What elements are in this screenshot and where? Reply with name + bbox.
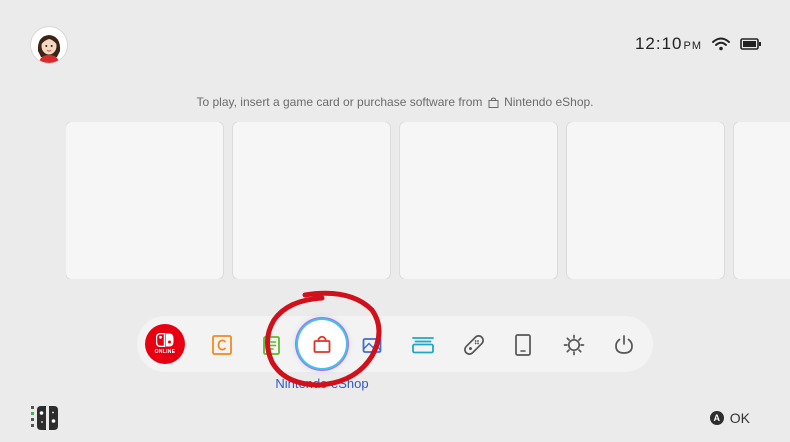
dock-power-button[interactable] — [609, 330, 639, 360]
dock-album-button[interactable] — [256, 330, 286, 360]
dock-nintendo-switch-online-button[interactable]: ONLINE — [145, 324, 185, 364]
a-button-icon: A — [709, 411, 724, 425]
user-avatar[interactable] — [31, 27, 67, 63]
switch-logo-icon — [156, 333, 174, 347]
game-tile-empty[interactable] — [66, 122, 223, 279]
dock-controllers-settings-button[interactable] — [459, 330, 489, 360]
joycon-pair-icon — [31, 406, 58, 430]
shopping-bag-icon — [313, 335, 331, 353]
game-tile-empty[interactable] — [233, 122, 390, 279]
selected-dock-item-label: Nintendo eShop — [275, 376, 369, 391]
dock-virtual-game-cards-button[interactable] — [408, 330, 438, 360]
game-tile-empty[interactable] — [567, 122, 724, 279]
notice-text-after: Nintendo eShop. — [504, 95, 594, 109]
gallery-icon — [362, 338, 382, 353]
gear-icon — [563, 334, 585, 356]
ok-hint: A OK — [709, 410, 750, 426]
game-tile-empty[interactable] — [734, 122, 790, 279]
game-tile-empty[interactable] — [400, 122, 557, 279]
insert-card-notice: To play, insert a game card or purchase … — [0, 95, 790, 111]
news-icon — [212, 335, 232, 355]
clock: 12:10PM — [635, 34, 702, 54]
dock-news-button[interactable] — [207, 330, 237, 360]
clock-ampm: PM — [683, 40, 702, 52]
dock-controllers-button[interactable] — [357, 330, 387, 360]
online-label: ONLINE — [154, 349, 176, 355]
notice-text-before: To play, insert a game card or purchase … — [196, 95, 483, 109]
joycon-controller-icon — [464, 335, 484, 355]
status-bar: 12:10PM — [635, 34, 762, 54]
dock-nintendo-eshop-button[interactable] — [298, 320, 346, 368]
game-cards-icon — [412, 337, 434, 354]
game-tile-row — [66, 122, 790, 279]
ok-label: OK — [729, 410, 750, 426]
album-icon — [263, 336, 280, 355]
power-icon — [615, 335, 633, 354]
user-avatar-icon — [31, 27, 67, 63]
dock-system-settings-button[interactable] — [559, 330, 589, 360]
tablet-icon — [515, 334, 531, 356]
clock-time: 12:10 — [634, 34, 683, 53]
dock-screen-button[interactable] — [508, 330, 538, 360]
shopping-bag-icon — [488, 97, 499, 111]
controller-status — [31, 405, 69, 436]
wifi-icon — [712, 37, 730, 51]
battery-icon — [740, 38, 762, 50]
